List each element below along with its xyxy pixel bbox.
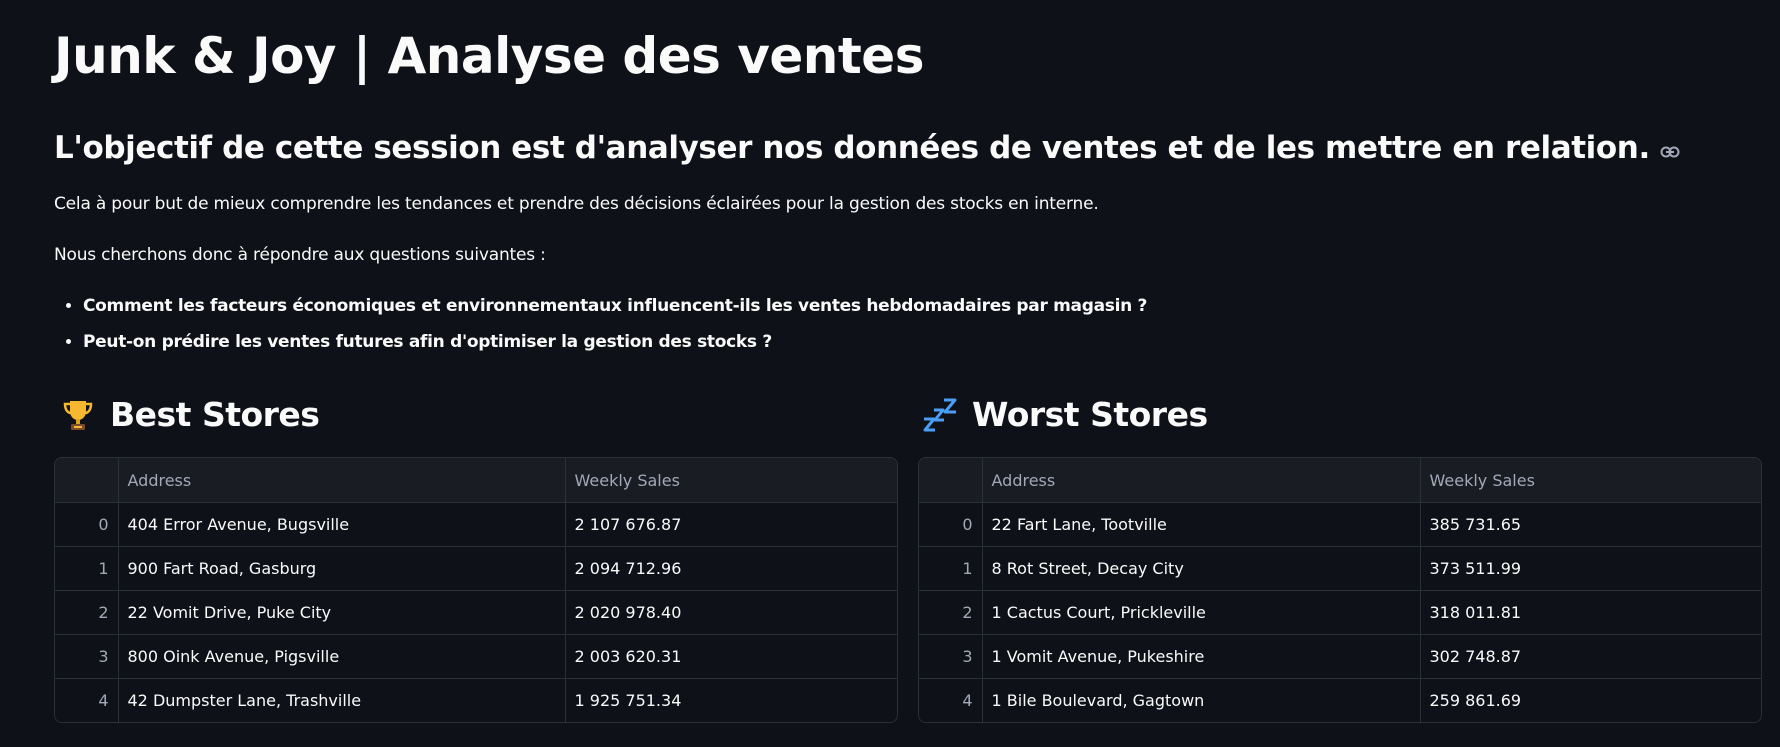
worst-stores-title: Worst Stores	[972, 395, 1208, 434]
address-cell[interactable]: 8 Rot Street, Decay City	[982, 546, 1421, 591]
sleeping-zzz-icon	[922, 397, 958, 433]
table-header-row: Address Weekly Sales	[919, 458, 1761, 503]
address-cell[interactable]: 42 Dumpster Lane, Trashville	[118, 678, 566, 722]
row-index: 4	[55, 678, 119, 722]
weekly-sales-cell[interactable]: 302 748.87	[1420, 634, 1761, 679]
table-row[interactable]: 0 404 Error Avenue, Bugsville 2 107 676.…	[55, 502, 897, 547]
subtitle-text: L'objectif de cette session est d'analys…	[54, 130, 1650, 166]
table-row[interactable]: 3 1 Vomit Avenue, Pukeshire 302 748.87	[919, 634, 1761, 679]
table-row[interactable]: 2 22 Vomit Drive, Puke City 2 020 978.40	[55, 590, 897, 635]
index-column-header[interactable]	[919, 458, 983, 503]
trophy-icon	[60, 397, 96, 433]
table-row[interactable]: 3 800 Oink Avenue, Pigsville 2 003 620.3…	[55, 634, 897, 679]
address-cell[interactable]: 22 Vomit Drive, Puke City	[118, 590, 566, 635]
address-cell[interactable]: 800 Oink Avenue, Pigsville	[118, 634, 566, 679]
table-row[interactable]: 4 1 Bile Boulevard, Gagtown 259 861.69	[919, 678, 1761, 723]
address-column-header[interactable]: Address	[118, 458, 566, 503]
index-column-header[interactable]	[55, 458, 119, 503]
questions-intro: Nous cherchons donc à répondre aux quest…	[54, 245, 546, 265]
row-index: 0	[919, 502, 983, 547]
address-cell[interactable]: 900 Fart Road, Gasburg	[118, 546, 566, 591]
questions-list: Comment les facteurs économiques et envi…	[54, 293, 1147, 365]
weekly-sales-cell[interactable]: 373 511.99	[1420, 546, 1761, 591]
list-item: Comment les facteurs économiques et envi…	[83, 293, 1147, 319]
row-index: 4	[919, 678, 983, 722]
table-row[interactable]: 0 22 Fart Lane, Tootville 385 731.65	[919, 502, 1761, 547]
link-icon[interactable]	[1660, 126, 1680, 170]
intro-paragraph: Cela à pour but de mieux comprendre les …	[54, 194, 1099, 214]
table-row[interactable]: 2 1 Cactus Court, Prickleville 318 011.8…	[919, 590, 1761, 635]
weekly-sales-cell[interactable]: 318 011.81	[1420, 590, 1761, 635]
best-stores-title: Best Stores	[110, 395, 320, 434]
table-row[interactable]: 1 900 Fart Road, Gasburg 2 094 712.96	[55, 546, 897, 591]
weekly-sales-cell[interactable]: 2 020 978.40	[565, 590, 897, 635]
weekly-sales-cell[interactable]: 385 731.65	[1420, 502, 1761, 547]
row-index: 3	[919, 634, 983, 679]
table-row[interactable]: 1 8 Rot Street, Decay City 373 511.99	[919, 546, 1761, 591]
weekly-sales-cell[interactable]: 2 003 620.31	[565, 634, 897, 679]
worst-stores-table[interactable]: Address Weekly Sales 0 22 Fart Lane, Too…	[918, 457, 1762, 723]
address-cell[interactable]: 1 Bile Boulevard, Gagtown	[982, 678, 1421, 722]
weekly-sales-cell[interactable]: 1 925 751.34	[565, 679, 897, 723]
row-index: 0	[55, 502, 119, 547]
weekly-sales-cell[interactable]: 2 107 676.87	[565, 502, 897, 547]
best-stores-heading: Best Stores	[60, 392, 320, 438]
weekly-sales-cell[interactable]: 259 861.69	[1420, 679, 1761, 723]
address-cell[interactable]: 22 Fart Lane, Tootville	[982, 502, 1421, 547]
address-column-header[interactable]: Address	[982, 458, 1421, 503]
section-subtitle: L'objectif de cette session est d'analys…	[54, 126, 1680, 170]
row-index: 2	[919, 590, 983, 635]
weekly-sales-column-header[interactable]: Weekly Sales	[1420, 458, 1761, 503]
address-cell[interactable]: 1 Cactus Court, Prickleville	[982, 590, 1421, 635]
list-item: Peut-on prédire les ventes futures afin …	[83, 329, 1147, 355]
row-index: 3	[55, 634, 119, 679]
weekly-sales-cell[interactable]: 2 094 712.96	[565, 546, 897, 591]
page-title: Junk & Joy | Analyse des ventes	[54, 27, 924, 85]
weekly-sales-column-header[interactable]: Weekly Sales	[565, 458, 897, 503]
row-index: 1	[55, 546, 119, 591]
table-header-row: Address Weekly Sales	[55, 458, 897, 503]
row-index: 1	[919, 546, 983, 591]
table-row[interactable]: 4 42 Dumpster Lane, Trashville 1 925 751…	[55, 678, 897, 723]
address-cell[interactable]: 1 Vomit Avenue, Pukeshire	[982, 634, 1421, 679]
best-stores-table[interactable]: Address Weekly Sales 0 404 Error Avenue,…	[54, 457, 898, 723]
address-cell[interactable]: 404 Error Avenue, Bugsville	[118, 502, 566, 547]
worst-stores-heading: Worst Stores	[922, 392, 1208, 438]
row-index: 2	[55, 590, 119, 635]
